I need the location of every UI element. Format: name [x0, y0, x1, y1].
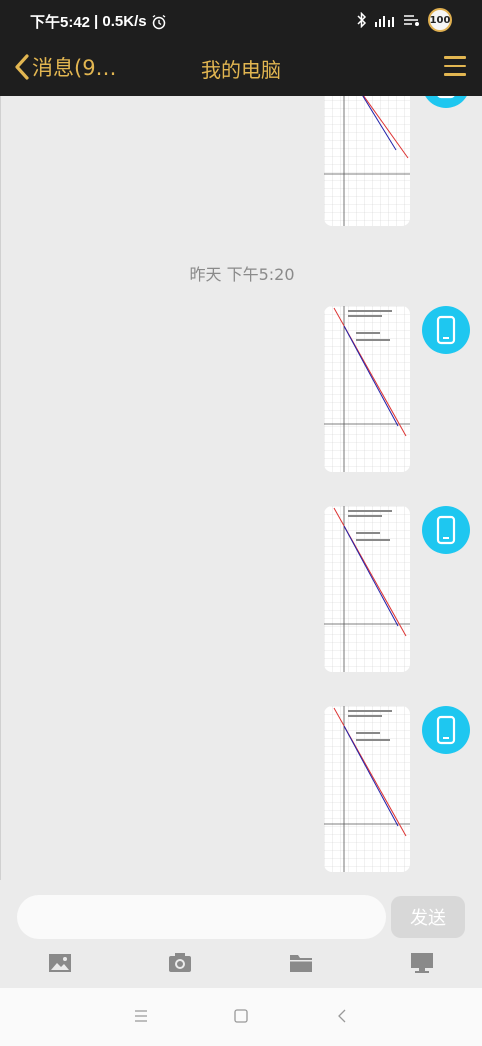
chevron-left-icon [338, 1009, 346, 1023]
alarm-icon [152, 14, 166, 29]
toolbar [0, 950, 482, 980]
phone-icon [436, 315, 456, 345]
hamburger-icon [444, 56, 466, 59]
camera-icon [169, 953, 191, 972]
network-speed: | 0.5K/s [94, 13, 147, 30]
app-header: 消息(9… 我的电脑 [0, 40, 482, 96]
square-icon [234, 1009, 248, 1023]
graph-thumbnail [324, 96, 410, 226]
computer-button[interactable] [409, 950, 435, 976]
signal-icon [375, 16, 394, 27]
nav-back-button[interactable] [334, 1008, 350, 1024]
graph-thumbnail [324, 506, 410, 672]
message-input[interactable] [17, 895, 386, 939]
screen: 下午5:42 | 0.5K/s 100 消息(9… 我的电脑 昨天 下午5:20… [0, 0, 482, 1046]
input-bar: 发送 [0, 880, 482, 988]
send-button[interactable]: 发送 [391, 896, 465, 938]
menu-button[interactable] [444, 56, 466, 78]
system-nav-bar [0, 988, 482, 1046]
image-message[interactable] [324, 506, 410, 672]
home-button[interactable] [233, 1008, 249, 1024]
phone-icon [437, 96, 455, 99]
graph-thumbnail [324, 306, 410, 472]
status-time: 下午5:42 [30, 14, 91, 31]
chat-area[interactable]: 昨天 下午5:20 [0, 96, 482, 880]
sender-avatar[interactable] [422, 306, 470, 354]
menu-lines-icon [135, 1010, 147, 1022]
sender-avatar[interactable] [422, 96, 470, 108]
folder-button[interactable] [288, 950, 314, 976]
status-bar: 下午5:42 | 0.5K/s 100 [0, 0, 482, 40]
camera-button[interactable] [167, 950, 193, 976]
graph-thumbnail [324, 706, 410, 872]
sender-avatar[interactable] [422, 706, 470, 754]
sender-avatar[interactable] [422, 506, 470, 554]
bluetooth-icon [357, 12, 367, 28]
phone-icon [436, 715, 456, 745]
folder-icon [290, 955, 312, 972]
computer-icon [411, 953, 433, 973]
image-message[interactable] [324, 306, 410, 472]
recents-button[interactable] [133, 1008, 149, 1024]
phone-icon [436, 515, 456, 545]
message-timestamp: 昨天 下午5:20 [189, 265, 295, 284]
image-message[interactable] [324, 96, 410, 226]
picture-button[interactable] [47, 950, 73, 976]
picture-icon [49, 954, 71, 972]
image-message[interactable] [324, 706, 410, 872]
battery-indicator: 100 [428, 8, 452, 32]
page-title: 我的电脑 [201, 58, 281, 82]
wifi-data-icon [404, 15, 419, 26]
